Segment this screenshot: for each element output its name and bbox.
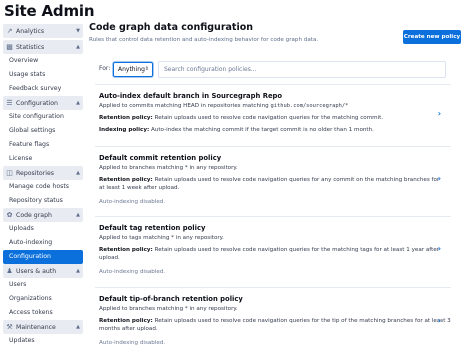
policy-title[interactable]: Auto-index default branch in Sourcegraph… [95,92,451,100]
retention-text-cont: months after upload. [99,326,158,332]
sidebar-item-manage-code-hosts[interactable]: Manage code hosts [3,180,83,194]
sidebar-item-license[interactable]: License [3,152,83,166]
chevron-down-icon: ▼ [76,28,80,34]
sidebar-item-feedback-survey[interactable]: Feedback survey [3,82,83,96]
policy-applied: Applied to tags matching * in any reposi… [99,235,224,241]
indexing-disabled: Auto-indexing disabled. [99,340,166,346]
sidebar-item-auto-indexing[interactable]: Auto-indexing [3,236,83,250]
policy-indexing: Indexing policy: Auto-index the matching… [95,126,451,134]
filter-for-label: For: [99,65,111,72]
policy-applied: Applied to commits matching HEAD in repo… [95,102,451,110]
sidebar-group-statistics[interactable]: ▩ Statistics ▲ [3,40,83,54]
chevron-up-icon: ▲ [76,100,80,106]
sidebar-item-access-tokens[interactable]: Access tokens [3,306,83,320]
policy-retention: Retention policy: Retain uploads used to… [95,317,451,333]
sidebar-group-configuration[interactable]: ☰ Configuration ▲ [3,96,83,110]
sidebar-item-overview[interactable]: Overview [3,54,83,68]
policy-applied-pattern: github.com/sourcegraph/* [270,103,349,109]
policy-filter-bar: For: Anything ⇕ Search configuration pol… [95,60,451,79]
sidebar-group-users-auth[interactable]: ♟ Users & auth ▲ [3,264,83,278]
retention-label: Retention policy: [99,115,153,121]
policy-card[interactable]: Auto-index default branch in Sourcegraph… [95,84,451,148]
sidebar-item-uploads[interactable]: Uploads [3,222,83,236]
sidebar-group-label: Code graph [16,211,52,219]
sidebar: ↗ Analytics ▼ ▩ Statistics ▲ Overview Us… [3,24,83,348]
policy-applied: Applied to branches matching * in any re… [99,165,238,171]
bar-chart-icon: ▩ [6,42,13,51]
sidebar-item-updates[interactable]: Updates [3,334,83,348]
retention-text-cont: upload. [99,255,120,261]
policy-card[interactable]: Default commit retention policy Applied … [95,146,451,210]
policy-title[interactable]: Default tip-of-branch retention policy [95,295,451,303]
indexing-label: Indexing policy: [99,127,150,133]
chevron-up-icon: ▲ [76,324,80,330]
retention-text: Retain uploads used to resolve code navi… [154,247,440,253]
chevron-up-icon: ▲ [76,268,80,274]
brain-icon: ✿ [6,210,13,219]
retention-label: Retention policy: [99,318,153,324]
retention-text-cont: at least 1 week after upload. [99,185,180,191]
policy-retention: Retention policy: Retain uploads used to… [95,246,451,262]
wrench-icon: ⚒ [6,322,13,331]
chevron-up-icon: ▲ [76,170,80,176]
indexing-text: Auto-index the matching commit if the ta… [150,127,374,133]
sidebar-group-label: Users & auth [16,267,57,275]
repository-icon: ◫ [6,168,13,177]
chevron-right-icon[interactable]: › [438,244,441,253]
sidebar-group-label: Repositories [16,169,54,177]
select-arrows-icon: ⇕ [144,66,149,72]
policy-applied: Applied to branches matching * in any re… [99,306,238,312]
chart-icon: ↗ [6,26,13,35]
retention-text: Retain uploads used to resolve code navi… [154,177,440,183]
sidebar-group-maintenance[interactable]: ⚒ Maintenance ▲ [3,320,83,334]
sidebar-item-site-configuration[interactable]: Site configuration [3,110,83,124]
chevron-up-icon: ▲ [76,212,80,218]
sidebar-item-usage-stats[interactable]: Usage stats [3,68,83,82]
retention-text: Retain uploads used to resolve code navi… [154,115,384,121]
indexing-disabled: Auto-indexing disabled. [99,269,166,275]
sidebar-item-configuration[interactable]: Configuration [3,250,83,264]
sidebar-group-repositories[interactable]: ◫ Repositories ▲ [3,166,83,180]
sidebar-item-organizations[interactable]: Organizations [3,292,83,306]
chevron-right-icon[interactable]: › [438,316,441,325]
sidebar-group-label: Statistics [16,43,45,51]
site-title: Site Admin [4,2,95,20]
policy-retention: Retention policy: Retain uploads used to… [95,176,451,192]
sidebar-group-analytics[interactable]: ↗ Analytics ▼ [3,24,83,38]
sidebar-item-repository-status[interactable]: Repository status [3,194,83,208]
sidebar-item-users[interactable]: Users [3,278,83,292]
search-input[interactable]: Search configuration policies... [158,61,446,78]
chevron-right-icon[interactable]: › [438,174,441,183]
sidebar-item-global-settings[interactable]: Global settings [3,124,83,138]
policy-type-select[interactable]: Anything ⇕ [113,62,153,77]
policy-title[interactable]: Default tag retention policy [95,224,451,232]
policy-card[interactable]: Default tip-of-branch retention policy A… [95,287,451,357]
policy-card[interactable]: Default tag retention policy Applied to … [95,216,451,284]
retention-text: Retain uploads used to resolve code navi… [154,318,451,324]
chevron-up-icon: ▲ [76,44,80,50]
sliders-icon: ☰ [6,98,13,107]
policy-title[interactable]: Default commit retention policy [95,154,451,162]
sidebar-item-feature-flags[interactable]: Feature flags [3,138,83,152]
sidebar-group-label: Maintenance [16,323,56,331]
sidebar-group-label: Analytics [16,27,45,35]
indexing-disabled: Auto-indexing disabled. [99,199,166,205]
sidebar-group-label: Configuration [16,99,58,107]
sidebar-group-code-graph[interactable]: ✿ Code graph ▲ [3,208,83,222]
create-new-policy-button[interactable]: Create new policy [403,30,461,44]
retention-label: Retention policy: [99,177,153,183]
users-icon: ♟ [6,266,13,275]
policy-applied-text: Applied to commits matching HEAD in repo… [99,103,269,109]
policy-type-selected-value: Anything [118,66,145,73]
policy-retention: Retention policy: Retain uploads used to… [95,114,451,122]
chevron-right-icon[interactable]: › [438,109,441,118]
retention-label: Retention policy: [99,247,153,253]
